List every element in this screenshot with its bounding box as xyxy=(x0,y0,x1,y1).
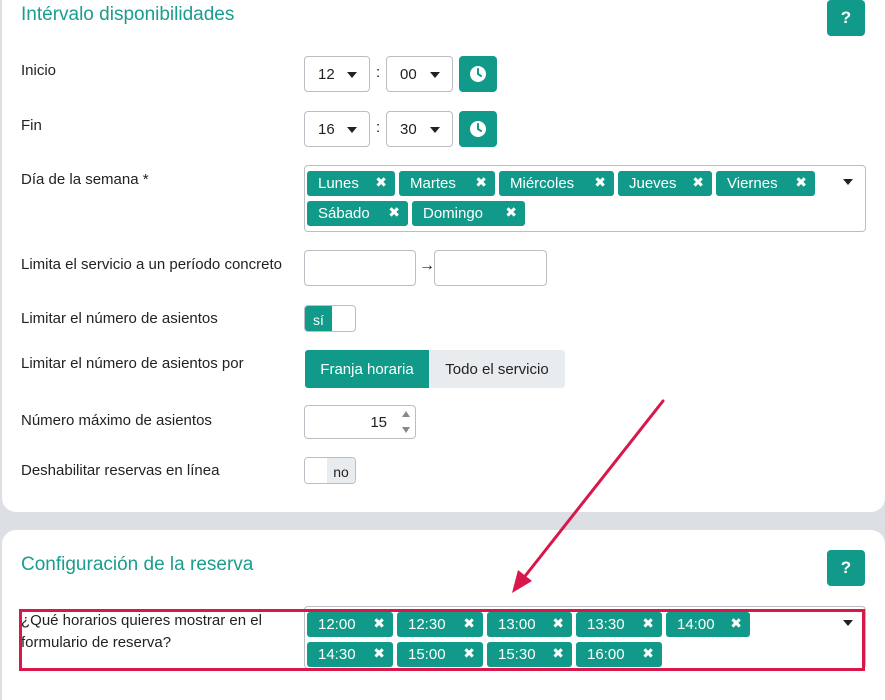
inicio-separator: : xyxy=(376,64,381,81)
tag-label: Viernes xyxy=(727,175,778,192)
dias-tag: Miércoles ✖ xyxy=(499,171,614,196)
inicio-clock-button[interactable] xyxy=(459,56,497,92)
deshabilitar-label: Deshabilitar reservas en línea xyxy=(21,462,220,479)
chevron-down-icon xyxy=(843,179,853,185)
annotation-highlight-box xyxy=(19,609,865,671)
max-asientos-value: 15 xyxy=(370,414,387,431)
chevron-down-icon xyxy=(347,127,357,133)
fin-minute-select[interactable]: 30 xyxy=(386,111,453,147)
toggle-off-label: no xyxy=(327,458,355,483)
max-asientos-input[interactable]: 15 xyxy=(304,405,416,439)
remove-icon[interactable]: ✖ xyxy=(388,204,400,221)
remove-icon[interactable]: ✖ xyxy=(795,174,807,191)
inicio-hour-select[interactable]: 12 xyxy=(304,56,370,92)
reserva-help-button[interactable]: ? xyxy=(827,550,865,586)
inicio-minute-value: 00 xyxy=(400,65,417,83)
tag-label: Martes xyxy=(410,175,456,192)
toggle-knob xyxy=(305,458,329,483)
reserva-section-title: Configuración de la reserva xyxy=(21,554,254,575)
dias-label: Día de la semana * xyxy=(21,171,149,188)
dias-tag: Lunes ✖ xyxy=(307,171,395,196)
limitar-asientos-label: Limitar el número de asientos xyxy=(21,310,218,327)
availability-section-title: Intérvalo disponibilidades xyxy=(21,4,235,25)
stepper-down-icon[interactable] xyxy=(402,427,410,433)
clock-icon xyxy=(470,121,486,137)
fin-minute-value: 30 xyxy=(400,120,417,138)
remove-icon[interactable]: ✖ xyxy=(375,174,387,191)
inicio-label: Inicio xyxy=(21,62,57,79)
inicio-minute-select[interactable]: 00 xyxy=(386,56,453,92)
stepper-up-icon[interactable] xyxy=(402,411,410,417)
fin-label: Fin xyxy=(21,117,42,134)
tag-label: Jueves xyxy=(629,175,677,192)
periodo-end-input[interactable] xyxy=(434,250,547,286)
franja-horaria-option[interactable]: Franja horaria xyxy=(305,350,429,388)
tag-label: Domingo xyxy=(423,205,484,222)
fin-hour-value: 16 xyxy=(318,120,335,138)
max-asientos-label: Número máximo de asientos xyxy=(21,412,212,429)
tag-label: Sábado xyxy=(318,205,370,222)
chevron-down-icon xyxy=(430,127,440,133)
remove-icon[interactable]: ✖ xyxy=(505,204,517,221)
dias-tag: Martes ✖ xyxy=(399,171,495,196)
todo-servicio-option[interactable]: Todo el servicio xyxy=(429,350,565,388)
limitar-asientos-toggle[interactable]: sí xyxy=(304,305,356,332)
fin-clock-button[interactable] xyxy=(459,111,497,147)
fin-separator: : xyxy=(376,119,381,136)
clock-icon xyxy=(470,66,486,82)
inicio-hour-value: 12 xyxy=(318,65,335,83)
periodo-label: Limita el servicio a un período concreto xyxy=(21,256,282,273)
chevron-down-icon xyxy=(347,72,357,78)
tag-label: Lunes xyxy=(318,175,359,192)
dias-tag: Sábado ✖ xyxy=(307,201,408,226)
availability-help-button[interactable]: ? xyxy=(827,0,865,36)
dias-tag: Jueves ✖ xyxy=(618,171,712,196)
limitar-por-label: Limitar el número de asientos por xyxy=(21,355,244,372)
toggle-on-label: sí xyxy=(305,306,332,331)
remove-icon[interactable]: ✖ xyxy=(475,174,487,191)
remove-icon[interactable]: ✖ xyxy=(594,174,606,191)
deshabilitar-toggle[interactable]: no xyxy=(304,457,356,484)
tag-label: Miércoles xyxy=(510,175,575,192)
fin-hour-select[interactable]: 16 xyxy=(304,111,370,147)
periodo-start-input[interactable] xyxy=(304,250,416,286)
arrow-right-icon: → xyxy=(419,257,435,274)
dias-tag: Domingo ✖ xyxy=(412,201,525,226)
dias-tag: Viernes ✖ xyxy=(716,171,815,196)
chevron-down-icon xyxy=(430,72,440,78)
remove-icon[interactable]: ✖ xyxy=(692,174,704,191)
